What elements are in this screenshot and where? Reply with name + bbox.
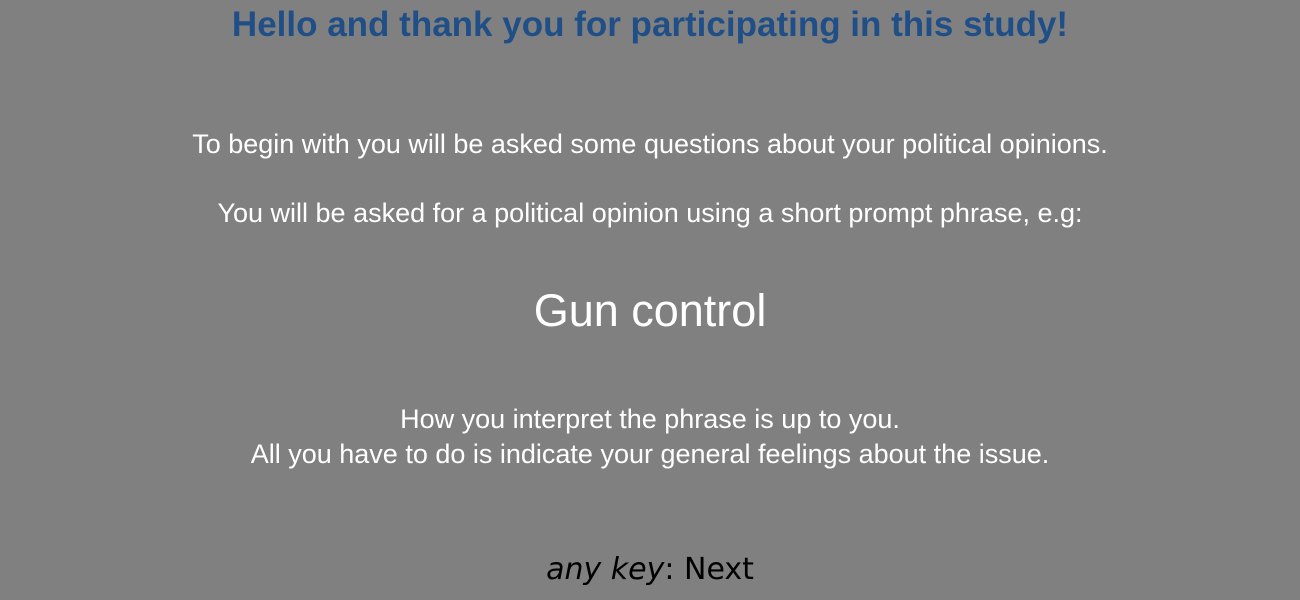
- experiment-screen[interactable]: { "screen": { "title": "Hello and thank …: [0, 0, 1300, 600]
- any-key-label: any key: [546, 552, 665, 587]
- instruction-text: All you have to do is indicate your gene…: [250, 439, 1050, 469]
- interpretation-note: How you interpret the phrase is up to yo…: [400, 404, 900, 434]
- prompt-explanation-text: You will be asked for a political opinio…: [217, 198, 1083, 228]
- next-key-hint: any key: Next: [0, 552, 1300, 588]
- page-title: Hello and thank you for participating in…: [231, 5, 1069, 44]
- next-action-label: Next: [674, 552, 754, 587]
- key-hint-separator: :: [664, 552, 675, 587]
- example-prompt-phrase: Gun control: [533, 285, 767, 336]
- intro-text: To begin with you will be asked some que…: [192, 129, 1108, 159]
